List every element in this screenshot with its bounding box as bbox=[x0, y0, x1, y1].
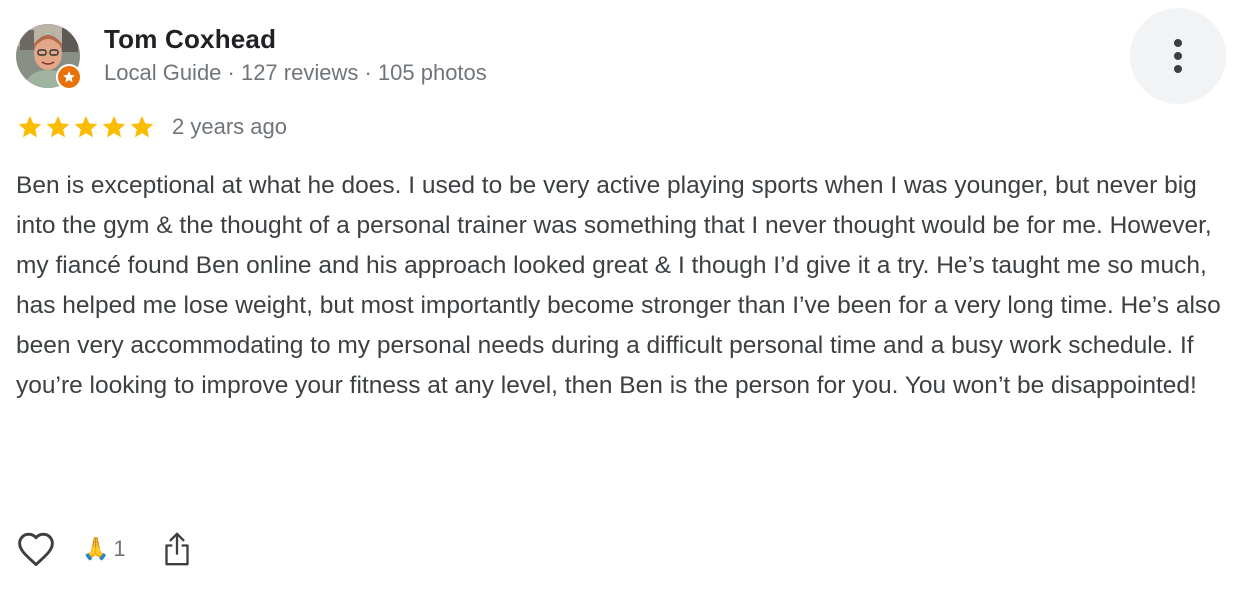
reaction-count: 1 bbox=[113, 536, 126, 561]
more-vertical-icon bbox=[1174, 39, 1182, 73]
review-header: Tom Coxhead Local Guide · 127 reviews · … bbox=[16, 8, 1226, 104]
local-guide-badge bbox=[56, 64, 82, 90]
star-icon bbox=[46, 115, 70, 138]
share-icon bbox=[164, 532, 189, 566]
reaction-summary[interactable]: 🙏 1 bbox=[82, 529, 126, 569]
star-icon bbox=[130, 115, 154, 138]
star-icon bbox=[18, 115, 42, 138]
star-icon bbox=[74, 115, 98, 138]
review-time: 2 years ago bbox=[172, 114, 287, 139]
heart-outline-icon bbox=[18, 532, 54, 567]
reviewer-name[interactable]: Tom Coxhead bbox=[104, 24, 276, 55]
rating-row: 2 years ago bbox=[16, 112, 287, 142]
pray-reaction-icon: 🙏 bbox=[82, 536, 110, 561]
review-text: Ben is exceptional at what he does. I us… bbox=[16, 172, 1221, 399]
star-icon bbox=[102, 115, 126, 138]
share-button[interactable] bbox=[160, 529, 194, 569]
more-options-button[interactable] bbox=[1130, 8, 1226, 104]
local-guide-star-icon bbox=[63, 71, 75, 83]
star-rating bbox=[16, 113, 156, 141]
like-button[interactable] bbox=[16, 529, 56, 569]
review-actions: 🙏 1 bbox=[16, 526, 194, 572]
reviewer-meta: Local Guide · 127 reviews · 105 photos bbox=[104, 60, 487, 85]
avatar[interactable] bbox=[16, 24, 82, 90]
